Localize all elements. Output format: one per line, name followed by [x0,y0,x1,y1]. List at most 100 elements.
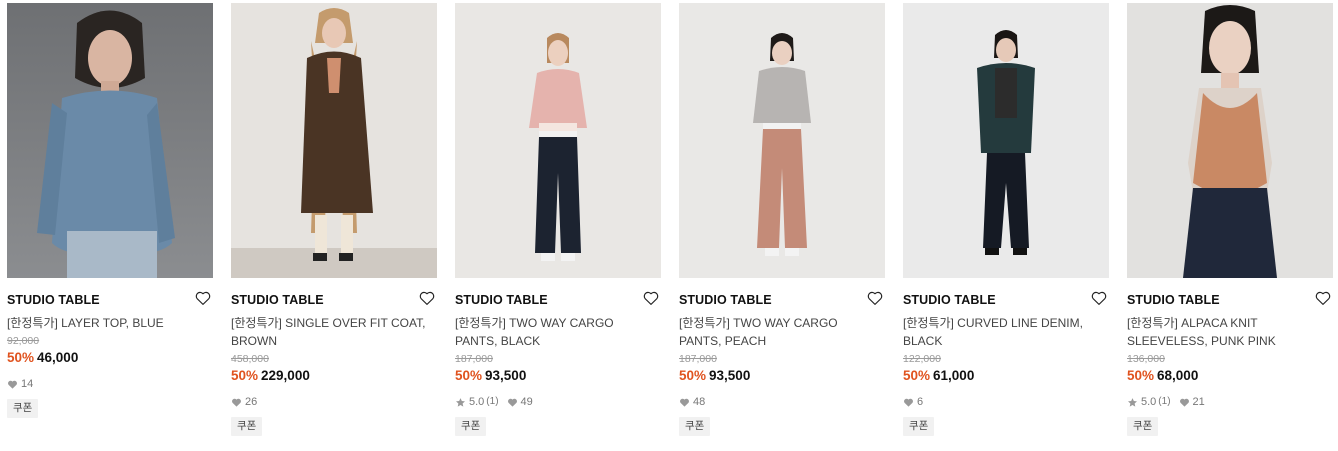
rating-score: 5.0 [469,396,485,408]
product-name[interactable]: [한정특가] ALPACA KNIT SLEEVELESS, PUNK PINK [1127,314,1333,350]
product-name[interactable]: [한정특가] TWO WAY CARGO PANTS, PEACH [679,314,885,350]
product-photo-peach-cargo [679,3,885,278]
price-row: 50% 46,000 [7,350,213,366]
product-image[interactable] [7,3,213,278]
coupon-badge: 쿠폰 [455,417,487,436]
star-icon [455,397,466,408]
product-meta: 48 [679,396,885,408]
brand-name[interactable]: STUDIO TABLE [7,293,213,307]
heart-filled-icon [903,397,914,408]
wishlist-button[interactable] [418,289,436,307]
sale-price: 46,000 [37,350,79,365]
wishlist-button[interactable] [194,289,212,307]
product-card[interactable]: STUDIO TABLE [한정특가] TWO WAY CARGO PANTS,… [679,3,885,436]
likes-count: 21 [1192,396,1205,408]
sale-price: 61,000 [933,368,975,383]
likes: 21 [1179,396,1205,408]
price-row: 50% 93,500 [679,368,885,384]
wishlist-button[interactable] [866,289,884,307]
discount-rate: 50% [903,368,931,383]
original-price: 92,000 [7,335,40,347]
likes-count: 48 [693,396,706,408]
discount-rate: 50% [455,368,483,383]
product-card[interactable]: STUDIO TABLE [한정특가] LAYER TOP, BLUE 92,0… [7,3,213,418]
discount-rate: 50% [7,350,35,365]
likes: 26 [231,396,257,408]
coupon-badge: 쿠폰 [231,417,263,436]
rating-score: 5.0 [1141,396,1157,408]
product-card[interactable]: STUDIO TABLE [한정특가] TWO WAY CARGO PANTS,… [455,3,661,436]
product-card[interactable]: STUDIO TABLE [한정특가] ALPACA KNIT SLEEVELE… [1127,3,1333,436]
original-price: 136,000 [1127,353,1165,365]
rating: 5.0 (1) [455,396,499,408]
sale-price: 68,000 [1157,368,1199,383]
product-meta: 5.0 (1) 21 [1127,396,1333,408]
price-row: 50% 229,000 [231,368,437,384]
heart-outline-icon [1091,291,1107,305]
coupon-badge: 쿠폰 [7,399,39,418]
heart-outline-icon [867,291,883,305]
likes-count: 49 [520,396,533,408]
original-price: 187,000 [455,353,493,365]
likes-count: 6 [917,396,924,408]
product-image[interactable] [1127,3,1333,278]
original-price: 458,000 [231,353,269,365]
product-photo-black-denim [903,3,1109,278]
product-image[interactable] [903,3,1109,278]
product-name[interactable]: [한정특가] LAYER TOP, BLUE [7,314,213,332]
rating: 5.0 (1) [1127,396,1171,408]
heart-filled-icon [231,397,242,408]
heart-filled-icon [1179,397,1190,408]
original-price: 187,000 [679,353,717,365]
product-grid: STUDIO TABLE [한정특가] LAYER TOP, BLUE 92,0… [0,0,1338,451]
price-row: 50% 93,500 [455,368,661,384]
wishlist-button[interactable] [642,289,660,307]
brand-name[interactable]: STUDIO TABLE [231,293,437,307]
heart-outline-icon [419,291,435,305]
heart-outline-icon [195,291,211,305]
product-image[interactable] [679,3,885,278]
coupon-badge: 쿠폰 [1127,417,1159,436]
product-photo-alpaca-knit [1127,3,1333,278]
product-name[interactable]: [한정특가] SINGLE OVER FIT COAT, BROWN [231,314,437,350]
product-meta: 5.0 (1) 49 [455,396,661,408]
brand-name[interactable]: STUDIO TABLE [679,293,885,307]
sale-price: 93,500 [485,368,527,383]
star-icon [1127,397,1138,408]
original-price: 122,000 [903,353,941,365]
product-card[interactable]: STUDIO TABLE [한정특가] CURVED LINE DENIM, B… [903,3,1109,436]
likes-count: 26 [245,396,258,408]
sale-price: 93,500 [709,368,751,383]
likes: 6 [903,396,923,408]
sale-price: 229,000 [261,368,310,383]
heart-outline-icon [1315,291,1331,305]
product-image[interactable] [455,3,661,278]
product-photo-brown-coat [231,3,437,278]
heart-filled-icon [507,397,518,408]
product-name[interactable]: [한정특가] TWO WAY CARGO PANTS, BLACK [455,314,661,350]
product-meta: 14 [7,378,213,390]
likes-count: 14 [21,378,34,390]
wishlist-button[interactable] [1314,289,1332,307]
product-name[interactable]: [한정특가] CURVED LINE DENIM, BLACK [903,314,1109,350]
product-meta: 26 [231,396,437,408]
likes: 48 [679,396,705,408]
heart-filled-icon [679,397,690,408]
product-image[interactable] [231,3,437,278]
product-photo-black-cargo [455,3,661,278]
product-card[interactable]: STUDIO TABLE [한정특가] SINGLE OVER FIT COAT… [231,3,437,436]
likes: 14 [7,378,33,390]
discount-rate: 50% [679,368,707,383]
discount-rate: 50% [231,368,259,383]
rating-count: (1) [1158,396,1171,407]
discount-rate: 50% [1127,368,1155,383]
brand-name[interactable]: STUDIO TABLE [1127,293,1333,307]
brand-name[interactable]: STUDIO TABLE [903,293,1109,307]
rating-count: (1) [486,396,499,407]
coupon-badge: 쿠폰 [903,417,935,436]
price-row: 50% 68,000 [1127,368,1333,384]
coupon-badge: 쿠폰 [679,417,711,436]
wishlist-button[interactable] [1090,289,1108,307]
heart-outline-icon [643,291,659,305]
brand-name[interactable]: STUDIO TABLE [455,293,661,307]
